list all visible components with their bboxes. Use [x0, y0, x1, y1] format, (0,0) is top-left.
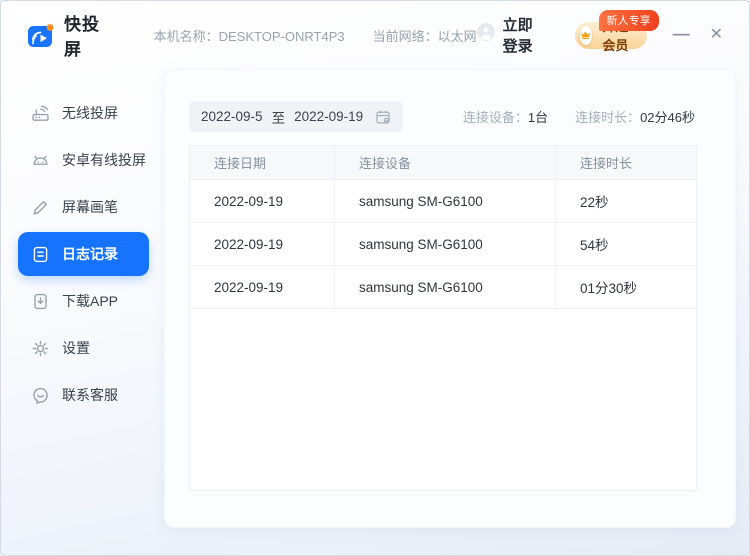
devices-stat-label: 连接设备：: [462, 110, 528, 125]
cell-connect-date: 2022-09-19: [190, 223, 335, 265]
app-logo-icon: [27, 23, 55, 48]
sidebar-item-label: 联系客服: [62, 387, 118, 403]
current-network: 当前网络：以太网: [373, 26, 477, 45]
table-header-cell: 连接时长: [580, 156, 633, 171]
duration-stat-value: 02分46秒: [640, 110, 695, 125]
sidebar-item-label: 无线投屏: [62, 105, 118, 121]
sidebar-menu: 无线投屏 安卓有线投屏 屏幕画笔 日志记录 下载APP 设置 联系客服: [1, 69, 164, 555]
android-usb-cast-icon: [31, 151, 50, 170]
minimize-button[interactable]: —: [673, 25, 690, 42]
sidebar-item-android-usb-cast[interactable]: 安卓有线投屏: [18, 138, 149, 182]
crown-icon: [579, 25, 593, 45]
cell-connect-duration: 22秒: [580, 195, 609, 210]
screen-pen-icon: [31, 198, 50, 217]
table-row[interactable]: 2022-09-19 samsung SM-G6100 01分30秒: [190, 266, 696, 309]
cell-connect-date: 2022-09-19: [190, 266, 335, 308]
download-app-icon: [31, 292, 50, 311]
cell-connect-duration: 01分30秒: [580, 281, 638, 296]
current-network-value: 以太网: [437, 28, 477, 44]
vip-area: 开通会员 新人专享: [574, 9, 659, 53]
app-title: 快投屏: [64, 15, 100, 59]
sidebar-item-label: 日志记录: [62, 246, 118, 262]
calendar-icon: [375, 109, 391, 125]
cell-connect-date: 2022-09-19: [190, 180, 335, 222]
customer-service-icon: [31, 386, 50, 405]
sidebar-item-label: 屏幕画笔: [62, 199, 118, 215]
devices-stat-value: 1台: [527, 110, 549, 125]
titlebar: 快投屏 本机名称：DESKTOP-ONRT4P3 当前网络：以太网 立即登录 会…: [1, 1, 749, 69]
duration-stat-label: 连接时长：: [575, 110, 641, 125]
current-network-label: 当前网络：: [372, 28, 438, 44]
log-toolbar: 2022-09-5 至 2022-09-19 连接设备： 1台 连接时长： 02…: [189, 101, 695, 132]
sidebar-item-label: 设置: [62, 340, 90, 356]
table-body: 2022-09-19 samsung SM-G6100 22秒 2022-09-…: [190, 180, 696, 309]
app-window: 快投屏 本机名称：DESKTOP-ONRT4P3 当前网络：以太网 立即登录 会…: [0, 0, 750, 556]
wireless-cast-icon: [31, 104, 50, 123]
cell-connect-device: samsung SM-G6100: [335, 180, 556, 222]
cell-connect-device: samsung SM-G6100: [335, 266, 556, 308]
log-panel: 2022-09-5 至 2022-09-19 连接设备： 1台 连接时长： 02…: [164, 69, 736, 528]
date-range-picker[interactable]: 2022-09-5 至 2022-09-19: [189, 101, 404, 132]
sidebar-item-label: 下载APP: [62, 293, 119, 309]
date-range-separator: 至: [271, 110, 286, 126]
cell-connect-device: samsung SM-G6100: [335, 223, 556, 265]
login-button[interactable]: 立即登录: [503, 14, 548, 56]
titlebar-right: 立即登录 开通会员 新人专享 — ✕: [476, 9, 723, 56]
sidebar-item-screen-pen[interactable]: 屏幕画笔: [18, 185, 149, 229]
connection-log-table: 连接日期 连接设备 连接时长 2022-09-19 samsung SM-G6100…: [189, 145, 697, 491]
table-header-cell: 连接日期: [190, 146, 335, 179]
machine-name-value: DESKTOP-ONRT4P3: [218, 28, 345, 44]
machine-name-label: 本机名称：: [153, 28, 219, 44]
sidebar-item-wireless-cast[interactable]: 无线投屏: [18, 91, 149, 135]
table-header-row: 连接日期 连接设备 连接时长: [190, 146, 696, 180]
sidebar-item-customer-service[interactable]: 联系客服: [18, 373, 149, 417]
date-range-end: 2022-09-19: [294, 109, 364, 124]
close-button[interactable]: ✕: [710, 27, 723, 43]
log-record-icon: [31, 245, 50, 264]
sidebar-item-settings-gear[interactable]: 设置: [18, 326, 149, 370]
sidebar-item-download-app[interactable]: 下载APP: [18, 279, 149, 323]
machine-name: 本机名称：DESKTOP-ONRT4P3: [154, 26, 345, 45]
table-header-cell: 连接设备: [335, 146, 556, 179]
new-user-badge: 新人专享: [598, 9, 659, 31]
avatar[interactable]: [476, 23, 495, 47]
sidebar-item-log-record[interactable]: 日志记录: [18, 232, 149, 276]
date-range-start: 2022-09-5: [201, 109, 263, 124]
settings-gear-icon: [31, 339, 50, 358]
table-row[interactable]: 2022-09-19 samsung SM-G6100 54秒: [190, 223, 696, 266]
table-row[interactable]: 2022-09-19 samsung SM-G6100 22秒: [190, 180, 696, 223]
sidebar-item-label: 安卓有线投屏: [62, 152, 146, 168]
cell-connect-duration: 54秒: [580, 238, 609, 253]
connection-stats: 连接设备： 1台 连接时长： 02分46秒: [463, 107, 695, 126]
